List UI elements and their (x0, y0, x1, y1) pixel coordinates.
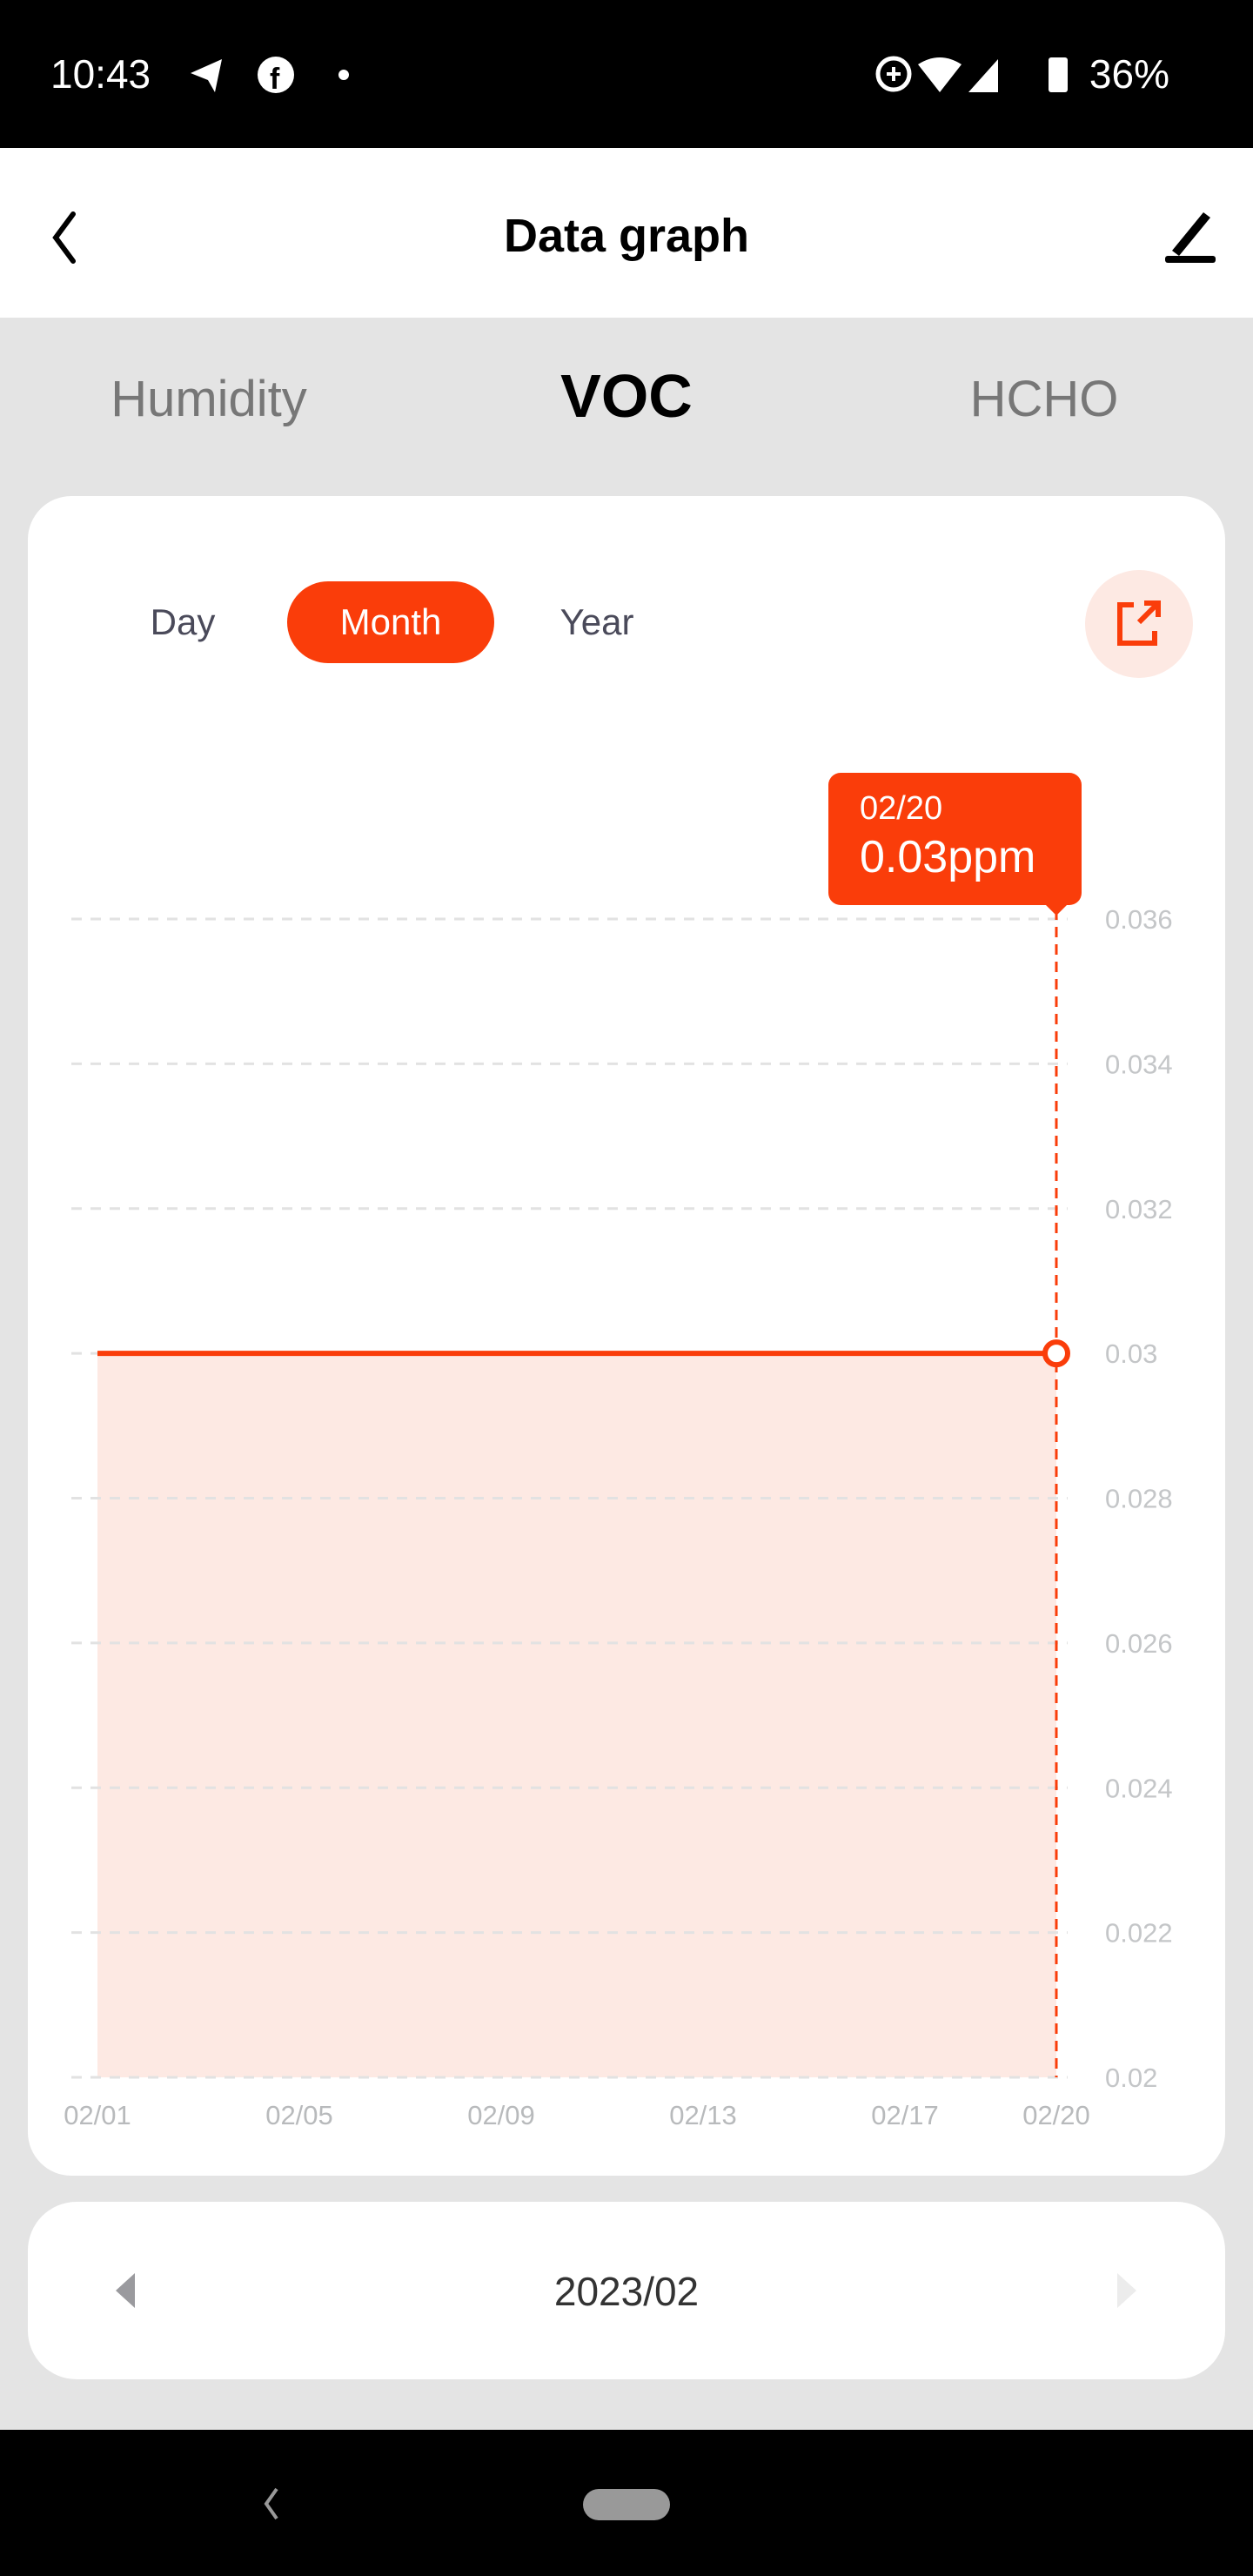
x-tick-label: 02/17 (871, 2100, 939, 2130)
x-tick-label: 02/09 (467, 2100, 535, 2130)
y-tick-label: 0.022 (1105, 1918, 1173, 1949)
y-tick-label: 0.02 (1105, 2063, 1157, 2093)
triangle-right-icon[interactable] (1107, 2271, 1142, 2310)
x-tick-label: 02/05 (265, 2100, 333, 2130)
area-fill (97, 1353, 1056, 2077)
system-nav-bar (0, 2430, 1253, 2576)
x-tick-label: 02/20 (1022, 2100, 1090, 2130)
chart-tooltip: 02/20 0.03ppm (828, 773, 1082, 905)
y-tick-label: 0.034 (1105, 1049, 1173, 1079)
tooltip-value: 0.03ppm (860, 832, 1036, 882)
y-tick-label: 0.03 (1105, 1338, 1157, 1369)
voc-chart: 0.036 0.034 0.032 0.03 0.028 0.026 0.024 0.022 0… (64, 903, 1173, 2130)
home-pill-icon[interactable] (583, 2489, 670, 2520)
y-tick-label: 0.028 (1105, 1484, 1173, 1514)
period-label: 2023/02 (553, 2269, 700, 2314)
x-tick-label: 02/13 (669, 2100, 737, 2130)
x-tick-label: 02/01 (64, 2100, 131, 2130)
y-tick-label: 0.032 (1105, 1194, 1173, 1224)
tooltip-date: 02/20 (860, 790, 943, 827)
selected-point (1042, 1339, 1070, 1368)
back-icon[interactable] (259, 2484, 285, 2524)
y-tick-label: 0.024 (1105, 1773, 1173, 1803)
period-pager: 2023/02 (28, 2202, 1225, 2379)
y-tick-label: 0.026 (1105, 1628, 1173, 1659)
tooltip-pointer (1044, 903, 1069, 916)
y-tick-label: 0.036 (1105, 904, 1173, 935)
